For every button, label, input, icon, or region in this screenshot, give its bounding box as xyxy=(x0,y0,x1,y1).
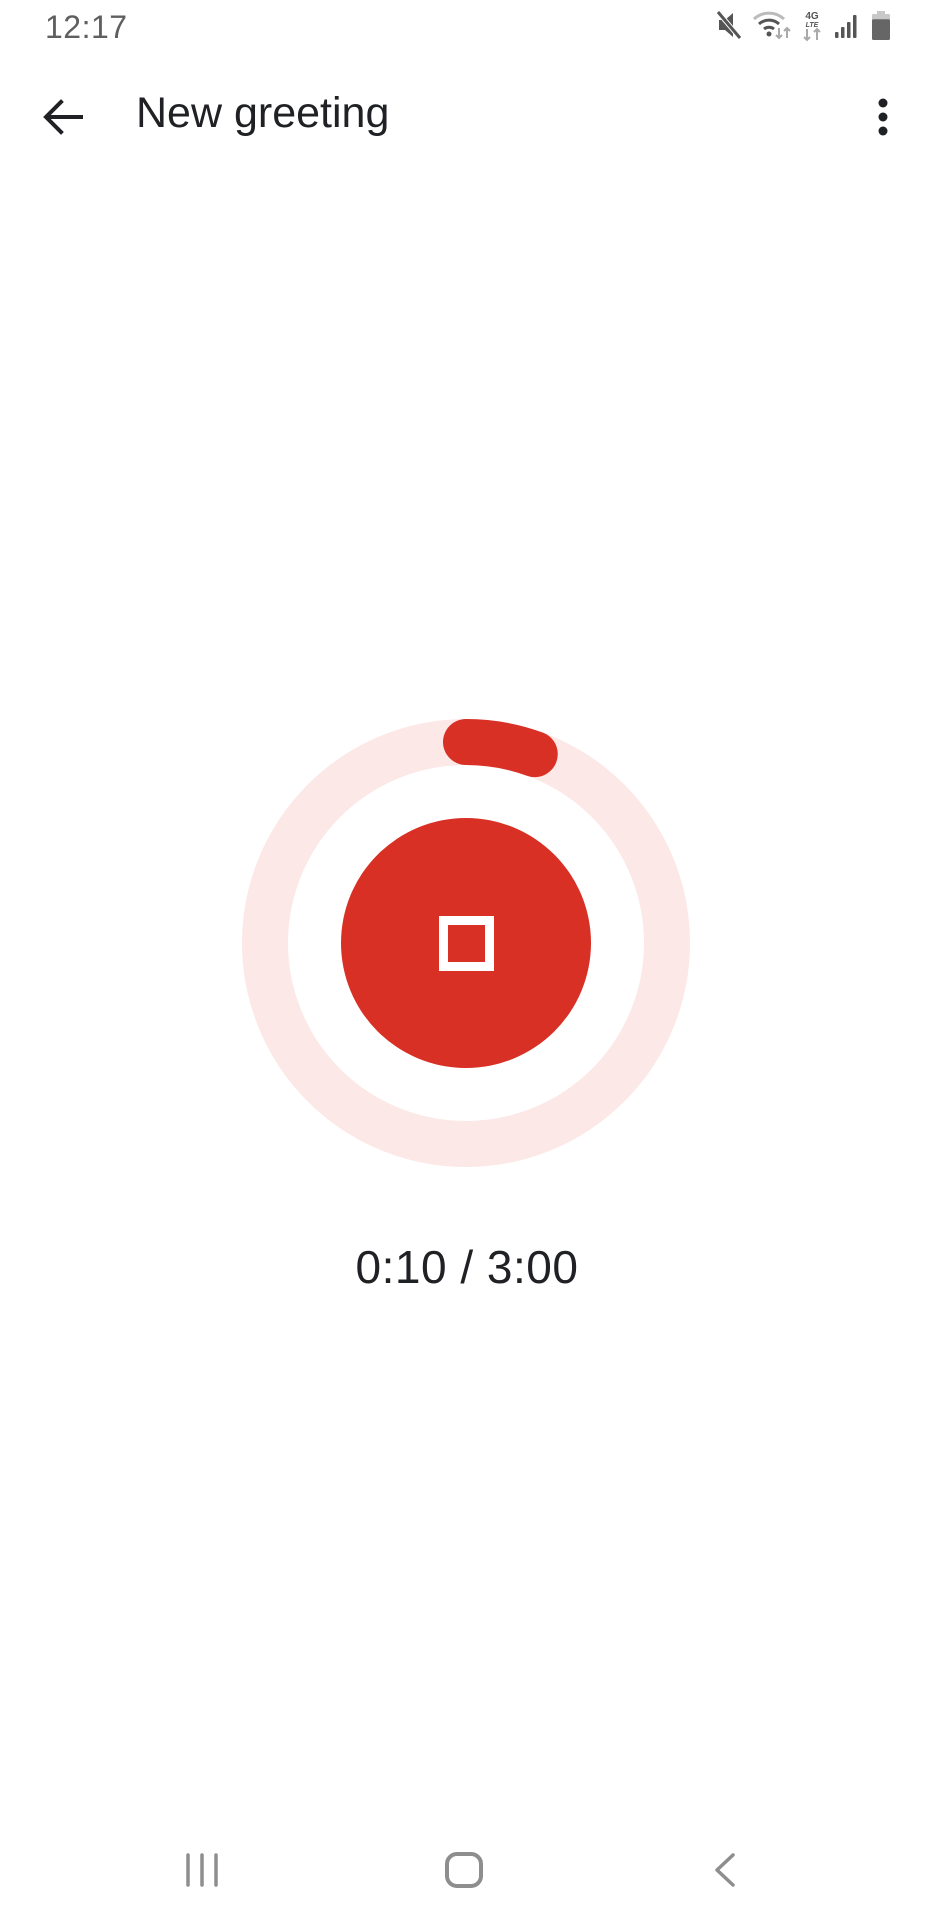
recording-progress-ring xyxy=(236,713,696,1173)
recents-button[interactable] xyxy=(157,1840,247,1900)
more-options-button[interactable] xyxy=(853,84,913,150)
stop-recording-button[interactable] xyxy=(341,818,591,1068)
4g-lte-icon: 4G LTE xyxy=(800,10,824,42)
home-icon xyxy=(445,1852,483,1888)
battery-icon xyxy=(871,11,891,41)
stop-icon xyxy=(438,915,494,971)
wifi-icon xyxy=(752,10,792,40)
network-label-top: 4G xyxy=(805,11,819,22)
nav-back-icon xyxy=(715,1853,735,1887)
arrow-back-icon xyxy=(43,99,83,135)
nav-back-button[interactable] xyxy=(680,1840,770,1900)
progress-arc xyxy=(443,719,558,778)
page-title: New greeting xyxy=(136,89,390,137)
home-button[interactable] xyxy=(419,1840,509,1900)
recording-timer: 0:10 / 3:00 xyxy=(355,1241,579,1293)
back-button[interactable] xyxy=(30,84,96,150)
mute-icon xyxy=(715,10,743,40)
status-bar: 12:17 4G LTE xyxy=(0,0,934,56)
system-nav-bar xyxy=(0,1820,934,1920)
recents-icon xyxy=(186,1853,218,1887)
more-vert-icon xyxy=(878,98,888,136)
status-time: 12:17 xyxy=(45,9,128,45)
signal-icon xyxy=(834,13,862,39)
